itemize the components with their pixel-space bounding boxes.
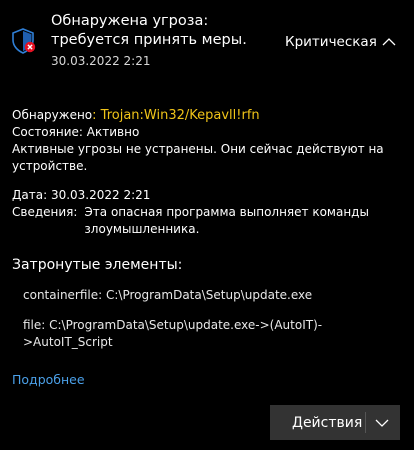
threat-details: Обнаружено: Trojan:Win32/Kepavll!rfn Сос… <box>12 107 404 238</box>
chevron-up-icon[interactable] <box>381 34 397 50</box>
alert-title: Обнаружена угроза: требуется принять мер… <box>51 13 247 48</box>
chevron-down-icon[interactable] <box>374 415 390 431</box>
date-label: Дата: <box>12 188 48 202</box>
affected-item: file: C:\ProgramData\Setup\update.exe->(… <box>23 318 323 349</box>
shield-threat-icon <box>12 28 36 54</box>
affected-items-heading: Затронутые элементы: <box>12 257 183 273</box>
alert-date: 30.03.2022 2:21 <box>51 54 151 68</box>
affected-item: containerfile: C:\ProgramData\Setup\upda… <box>23 288 313 302</box>
actions-divider <box>365 412 366 433</box>
detected-row: Обнаружено: Trojan:Win32/Kepavll!rfn <box>12 107 404 124</box>
actions-button-label: Действия <box>292 414 363 431</box>
date-value: 30.03.2022 2:21 <box>50 188 151 202</box>
learn-more-link[interactable]: Подробнее <box>12 371 85 389</box>
date-row: Дата: 30.03.2022 2:21 <box>12 187 404 204</box>
status-label: Состояние: <box>12 125 83 139</box>
status-value: Активно <box>86 125 140 139</box>
actions-button[interactable]: Действия <box>270 405 400 440</box>
severity-label: Критическая <box>285 34 377 50</box>
status-note: Активные угрозы не устранены. Они сейчас… <box>12 142 384 173</box>
info-label: Сведения: <box>12 205 78 219</box>
info-value: Эта опасная программа выполняет команды … <box>84 205 369 236</box>
info-row: Сведения: Эта опасная программа выполняе… <box>12 204 404 238</box>
status-row: Состояние: Активно <box>12 124 404 141</box>
threat-name: : Trojan:Win32/Kepavll!rfn <box>92 108 260 123</box>
detected-label: Обнаружено <box>12 108 93 122</box>
